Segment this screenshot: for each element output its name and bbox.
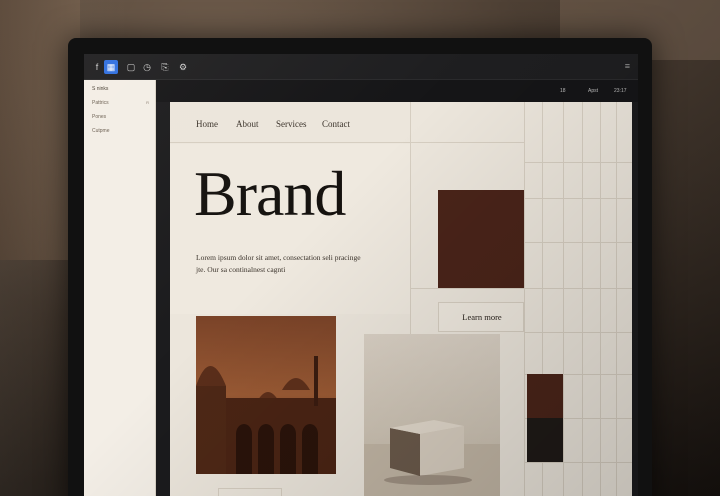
duplicate-icon[interactable]: ⎘: [158, 60, 172, 74]
layers-panel: S ninks Pattrics R Pones Cutpme: [84, 80, 156, 496]
nav-contact[interactable]: Contact: [322, 119, 350, 129]
hero-title: Brand: [194, 158, 346, 229]
learn-more-label: Learn more: [462, 312, 502, 322]
nav-about[interactable]: About: [236, 119, 259, 129]
website-artboard[interactable]: Home About Services Contact Brand Lorem …: [170, 102, 632, 496]
editor-window: f ▦ ▢ ◷ ⎘ ⚙ ≡ S ninks Pattrics R Pones C…: [84, 54, 638, 496]
canvas-topbar: 18 Apst 23:17: [156, 80, 638, 102]
layer-item[interactable]: Cutpme: [92, 128, 110, 134]
text-tool-icon[interactable]: f: [90, 60, 104, 74]
nav-services[interactable]: Services: [276, 119, 307, 129]
accent-block: [438, 190, 524, 288]
editor-toolbar: f ▦ ▢ ◷ ⎘ ⚙ ≡: [84, 54, 638, 80]
history-icon[interactable]: ◷: [140, 60, 154, 74]
product-image: [364, 334, 500, 496]
cube-illustration: [364, 420, 500, 496]
frame-tool-icon[interactable]: ▦: [104, 60, 118, 74]
layer-item[interactable]: Pattrics: [92, 100, 109, 106]
learn-more-button[interactable]: Learn more: [438, 302, 524, 332]
nav-divider: [170, 142, 524, 143]
grid-line: [524, 462, 632, 463]
footer-placeholder: [218, 488, 282, 496]
layers-panel-heading: S ninks: [92, 86, 109, 92]
color-swatch-dark: [527, 418, 563, 462]
rectangle-tool-icon[interactable]: ▢: [124, 60, 138, 74]
canvas-action[interactable]: Apst: [588, 88, 598, 94]
grid-line: [524, 332, 632, 333]
zoom-level[interactable]: 18: [560, 88, 566, 94]
grid-line: [524, 198, 632, 199]
layer-item[interactable]: Pones: [92, 114, 106, 120]
grid-line: [524, 242, 632, 243]
grid-line: [410, 288, 632, 289]
grid-line: [524, 162, 632, 163]
nav-home[interactable]: Home: [196, 119, 218, 129]
menu-icon[interactable]: ≡: [625, 61, 630, 71]
hero-text: Lorem ipsum dolor sit amet, consectation…: [196, 253, 361, 274]
architecture-image: [196, 316, 336, 474]
canvas-status: 23:17: [614, 88, 627, 94]
color-swatch-brown: [527, 374, 563, 418]
layer-badge: R: [146, 100, 149, 105]
mosque-illustration: [196, 316, 336, 474]
settings-icon[interactable]: ⚙: [176, 60, 190, 74]
